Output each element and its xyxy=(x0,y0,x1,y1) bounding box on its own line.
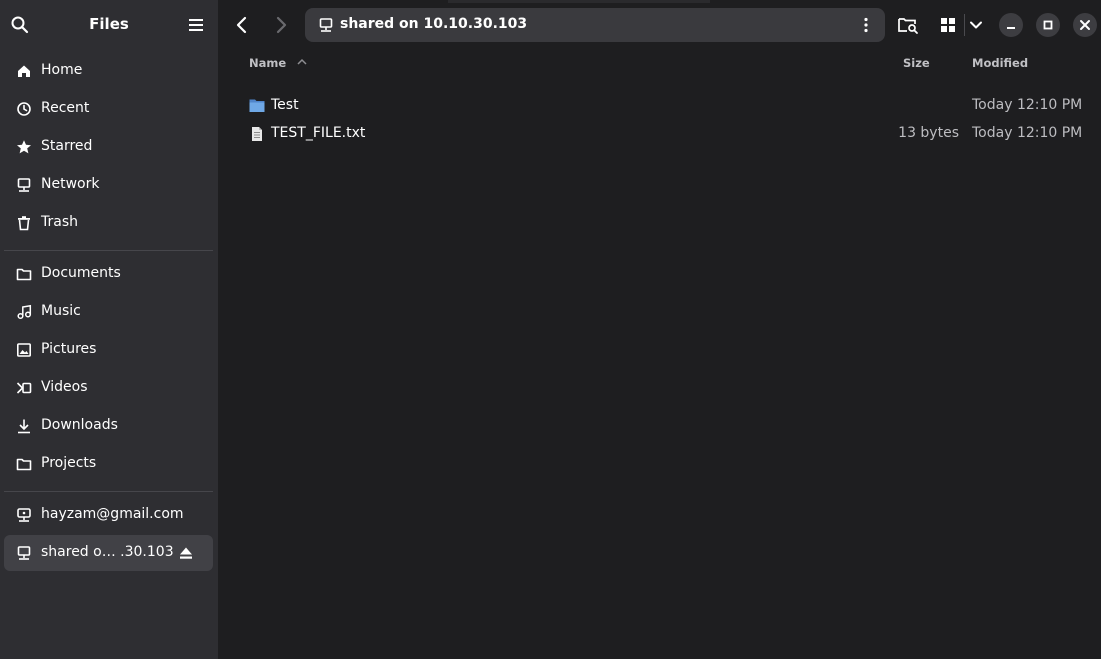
downloads-icon xyxy=(18,419,30,434)
sidebar: Files Home Recent Starred Network Trash … xyxy=(0,0,218,659)
home-icon xyxy=(18,65,30,77)
music-icon xyxy=(17,304,32,320)
sidebar-header: Files xyxy=(0,0,218,50)
sidebar-item-videos[interactable]: Videos xyxy=(4,370,213,406)
sidebar-item-starred[interactable]: Starred xyxy=(4,129,213,165)
location-path: shared on 10.10.30.103 xyxy=(340,16,528,32)
sidebar-item-projects[interactable]: Projects xyxy=(4,446,213,482)
file-name: TEST_FILE.txt xyxy=(271,125,366,141)
forward-button[interactable] xyxy=(268,12,294,38)
network-icon xyxy=(17,178,31,192)
sidebar-item-label: Starred xyxy=(41,138,93,154)
sidebar-item-downloads[interactable]: Downloads xyxy=(4,408,213,444)
hamburger-menu-icon[interactable] xyxy=(186,15,206,35)
sidebar-item-online-account[interactable]: hayzam@gmail.com xyxy=(4,497,213,533)
file-modified: Today 12:10 PM xyxy=(972,97,1083,113)
sort-ascending-icon xyxy=(297,58,307,65)
sidebar-divider xyxy=(4,250,213,251)
sidebar-item-label: Recent xyxy=(41,100,90,116)
location-bar[interactable]: shared on 10.10.30.103 xyxy=(305,8,885,42)
network-share-icon xyxy=(17,546,31,560)
top-edge-artifact xyxy=(448,0,710,3)
search-folder-button[interactable] xyxy=(895,12,921,38)
eject-icon[interactable] xyxy=(178,545,194,561)
sidebar-item-label: Home xyxy=(41,62,83,78)
minimize-icon xyxy=(1007,27,1015,29)
sidebar-item-label: Music xyxy=(41,303,81,319)
sidebar-item-pictures[interactable]: Pictures xyxy=(4,332,213,368)
sidebar-item-label: Trash xyxy=(41,214,78,230)
sidebar-item-label: Documents xyxy=(41,265,121,281)
clock-icon xyxy=(17,102,31,116)
sidebar-item-network[interactable]: Network xyxy=(4,167,213,203)
sidebar-divider xyxy=(4,491,213,492)
column-header-label: Name xyxy=(249,56,287,70)
file-size: 13 bytes xyxy=(898,125,959,141)
sidebar-item-recent[interactable]: Recent xyxy=(4,91,213,127)
sidebar-item-label: Pictures xyxy=(41,341,97,357)
file-name: Test xyxy=(271,97,299,113)
online-account-icon xyxy=(17,508,31,522)
back-button[interactable] xyxy=(229,12,255,38)
sidebar-item-label: hayzam@gmail.com xyxy=(41,506,184,522)
column-header-modified[interactable]: Modified xyxy=(972,56,1028,70)
trash-icon xyxy=(18,216,30,231)
star-icon xyxy=(17,140,31,154)
files-window: Files Home Recent Starred Network Trash … xyxy=(0,0,1101,659)
pictures-icon xyxy=(16,343,31,357)
folder-icon xyxy=(16,458,32,471)
chevron-down-icon[interactable] xyxy=(963,12,989,38)
maximize-icon xyxy=(1043,20,1053,30)
network-share-icon xyxy=(319,18,333,32)
grid-view-icon[interactable] xyxy=(935,12,961,38)
videos-icon xyxy=(16,382,32,394)
column-header-name[interactable]: Name xyxy=(249,56,308,70)
sidebar-item-label: shared o… .30.103 xyxy=(41,544,174,560)
folder-icon xyxy=(249,99,265,112)
folder-documents-icon xyxy=(16,268,32,281)
close-button[interactable] xyxy=(1073,13,1097,37)
sidebar-item-home[interactable]: Home xyxy=(4,53,213,89)
sidebar-item-music[interactable]: Music xyxy=(4,294,213,330)
kebab-menu-icon[interactable] xyxy=(858,17,874,33)
text-file-icon xyxy=(252,127,262,141)
file-modified: Today 12:10 PM xyxy=(972,125,1083,141)
sidebar-item-label: Downloads xyxy=(41,417,118,433)
sidebar-item-trash[interactable]: Trash xyxy=(4,205,213,241)
column-header-size[interactable]: Size xyxy=(903,56,930,70)
minimize-button[interactable] xyxy=(999,13,1023,37)
sidebar-item-label: Network xyxy=(41,176,100,192)
maximize-button[interactable] xyxy=(1036,13,1060,37)
close-icon xyxy=(1080,20,1090,30)
sidebar-item-label: Videos xyxy=(41,379,88,395)
sidebar-item-label: Projects xyxy=(41,455,97,471)
sidebar-item-network-share[interactable]: shared o… .30.103 xyxy=(4,535,213,571)
sidebar-item-documents[interactable]: Documents xyxy=(4,256,213,292)
